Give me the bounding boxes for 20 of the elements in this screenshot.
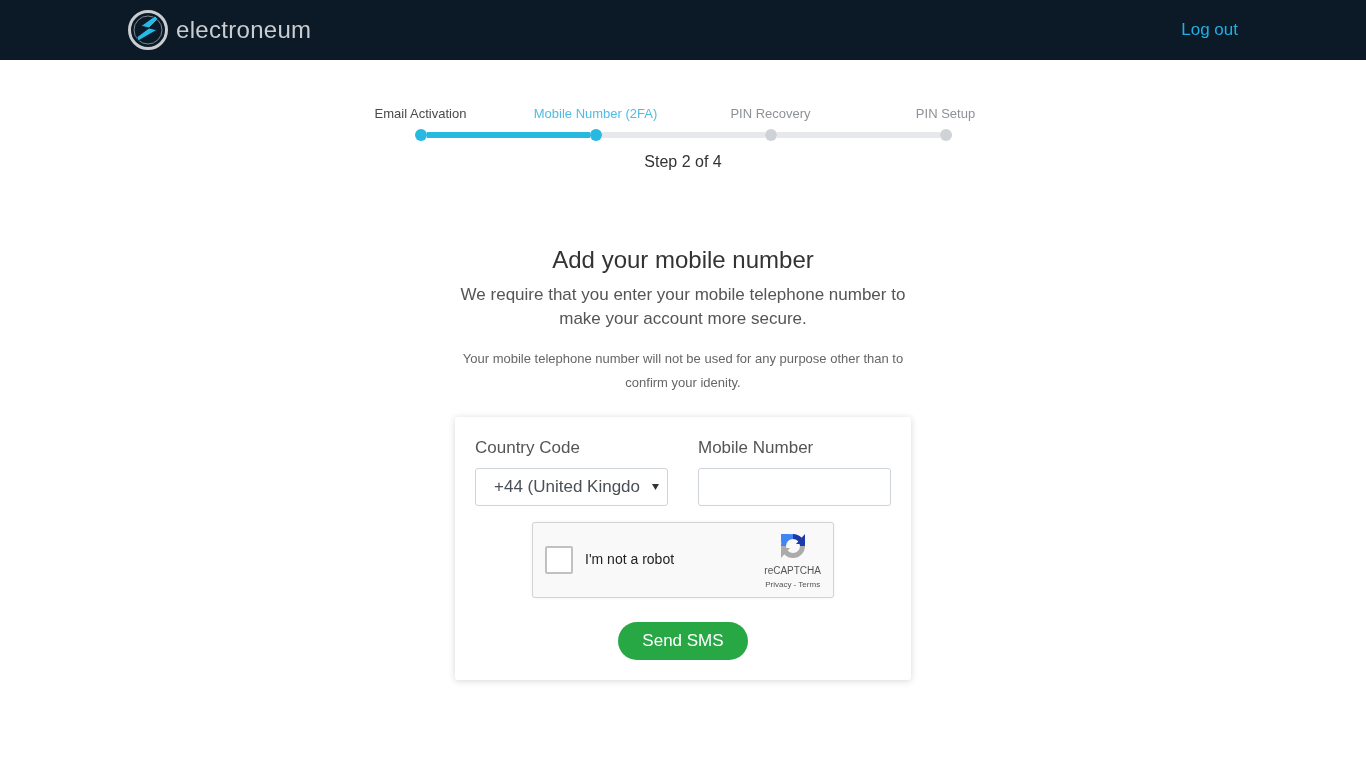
page-heading: Add your mobile number: [552, 246, 814, 275]
captcha-links[interactable]: Privacy - Terms: [765, 579, 821, 590]
step-label: Mobile Number (2FA): [533, 105, 658, 123]
privacy-note: Your mobile telephone number will not be used for any purpose other than to confirm your idenity.: [461, 349, 905, 392]
intro-text: We require that you enter your mobile telephone number to make your account more secure.: [459, 283, 907, 330]
brand-name: electroneum: [176, 18, 312, 42]
country-code-dropdown[interactable]: +44 (United Kingdo: [475, 467, 668, 506]
mobile-number-field[interactable]: [698, 467, 891, 506]
lightning-bolt-logo-icon: [128, 10, 168, 50]
captcha-label: I'm not a robot: [585, 550, 675, 570]
field-label: Country Code: [475, 436, 580, 459]
captcha-brand: reCAPTCHA: [764, 564, 821, 577]
step-label: PIN Setup: [915, 105, 976, 123]
step-label: Email Activation: [374, 105, 467, 123]
captcha-checkbox[interactable]: [545, 545, 573, 574]
step-label: PIN Recovery: [730, 105, 811, 123]
step-counter: Step 2 of 4: [644, 152, 722, 172]
logout-link[interactable]: Log out: [1181, 17, 1238, 43]
field-label: Mobile Number: [698, 436, 814, 459]
caret-icon: [652, 483, 659, 490]
